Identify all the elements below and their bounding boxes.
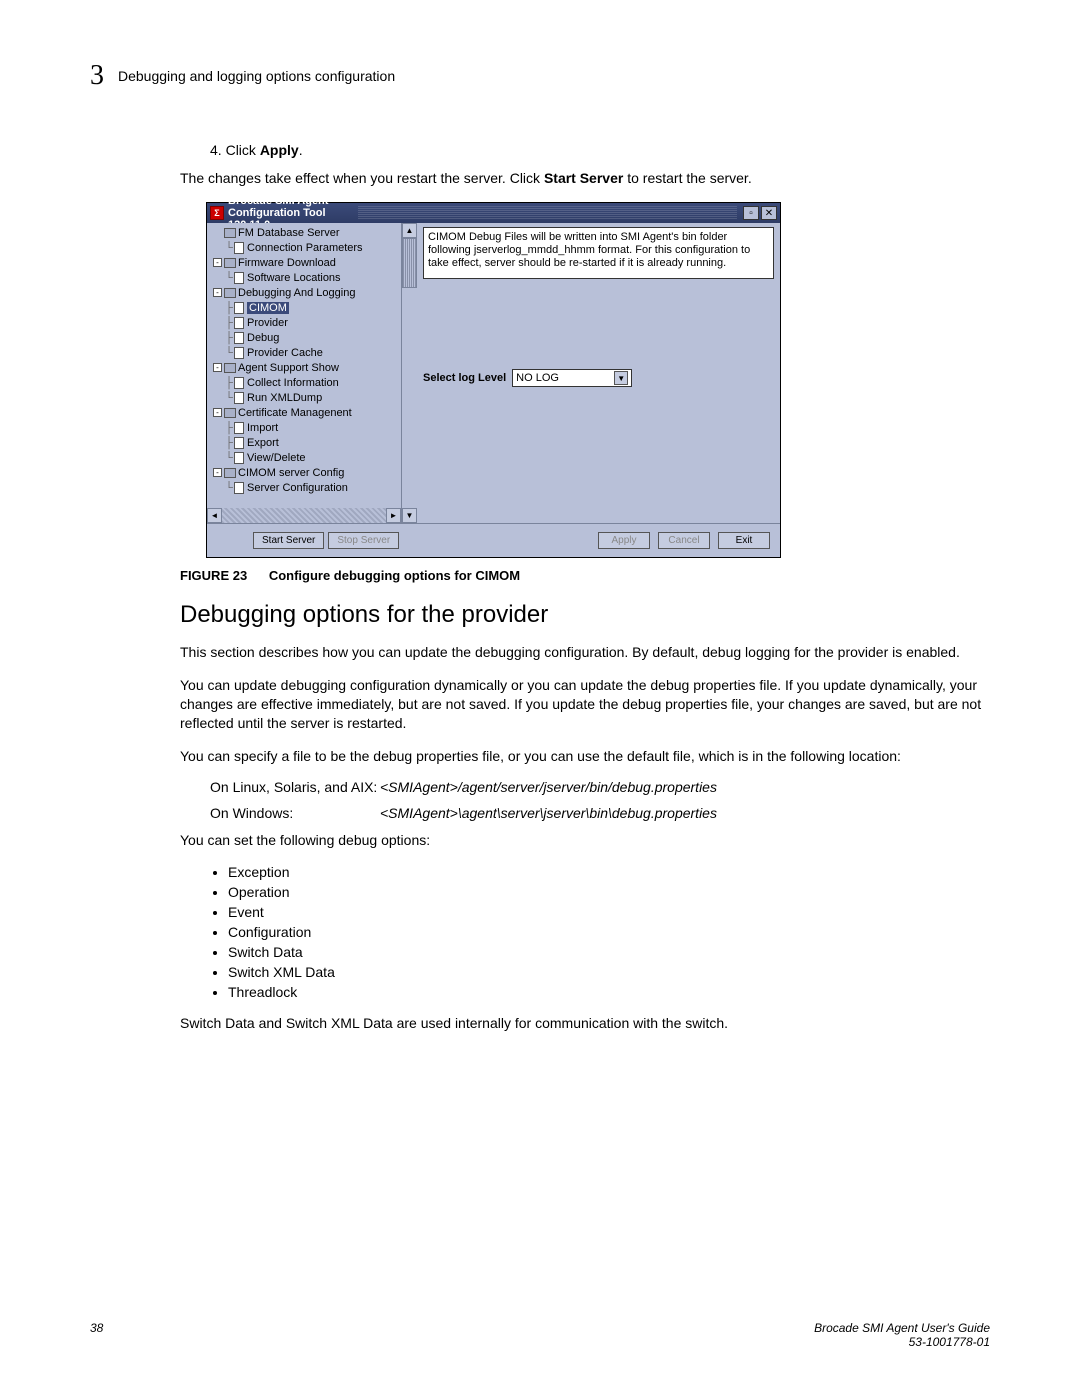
app-logo-icon: Σ bbox=[210, 206, 224, 220]
paragraph: You can set the following debug options: bbox=[180, 831, 990, 850]
expand-icon[interactable]: - bbox=[213, 258, 222, 267]
expand-icon[interactable]: - bbox=[213, 468, 222, 477]
tree[interactable]: FM Database Server └Connection Parameter… bbox=[207, 223, 401, 515]
doc-icon bbox=[234, 392, 244, 404]
folder-icon bbox=[224, 408, 236, 418]
doc-icon bbox=[234, 377, 244, 389]
dialog-body: FM Database Server └Connection Parameter… bbox=[207, 223, 780, 523]
list-item: Exception bbox=[228, 864, 990, 880]
doc-icon bbox=[234, 272, 244, 284]
section-heading: Debugging options for the provider bbox=[180, 601, 990, 629]
doc-icon bbox=[234, 317, 244, 329]
list-item: Threadlock bbox=[228, 984, 990, 1000]
paragraph: You can specify a file to be the debug p… bbox=[180, 747, 990, 766]
folder-icon bbox=[224, 468, 236, 478]
footer-right: Brocade SMI Agent User's Guide 53-100177… bbox=[814, 1321, 990, 1349]
debug-options-list: Exception Operation Event Configuration … bbox=[228, 864, 990, 1000]
expand-icon[interactable]: - bbox=[213, 363, 222, 372]
log-level-select[interactable]: NO LOG ▼ bbox=[512, 369, 632, 387]
doc-icon bbox=[234, 332, 244, 344]
paragraph: Switch Data and Switch XML Data are used… bbox=[180, 1014, 990, 1033]
folder-icon bbox=[224, 258, 236, 268]
close-icon[interactable]: ✕ bbox=[761, 206, 777, 220]
minimize-icon[interactable]: ▫ bbox=[743, 206, 759, 220]
page-header: 3 Debugging and logging options configur… bbox=[90, 60, 990, 92]
titlebar[interactable]: Σ Brocade SMI Agent Configuration Tool 1… bbox=[207, 203, 780, 223]
expand-icon[interactable]: - bbox=[213, 408, 222, 417]
expand-icon[interactable]: - bbox=[213, 288, 222, 297]
exit-button[interactable]: Exit bbox=[718, 532, 770, 549]
doc-icon bbox=[234, 422, 244, 434]
titlebar-fill bbox=[358, 206, 737, 220]
scroll-left-icon[interactable]: ◄ bbox=[207, 508, 222, 523]
doc-icon bbox=[234, 242, 244, 254]
page-content: 4. Click Apply. The changes take effect … bbox=[210, 142, 990, 1033]
paragraph: You can update debugging configuration d… bbox=[180, 676, 990, 733]
list-item: Switch Data bbox=[228, 944, 990, 960]
chevron-down-icon[interactable]: ▼ bbox=[614, 371, 628, 385]
v-scrollbar[interactable]: ▲ ▼ bbox=[402, 223, 417, 523]
step-4: 4. Click Apply. bbox=[210, 142, 990, 158]
scroll-up-icon[interactable]: ▲ bbox=[402, 223, 417, 238]
path-linux: On Linux, Solaris, and AIX: <SMIAgent>/a… bbox=[210, 779, 990, 795]
doc-icon bbox=[234, 437, 244, 449]
config-dialog: Σ Brocade SMI Agent Configuration Tool 1… bbox=[206, 202, 781, 558]
page-number: 38 bbox=[90, 1321, 103, 1349]
doc-icon bbox=[234, 302, 244, 314]
list-item: Configuration bbox=[228, 924, 990, 940]
folder-icon bbox=[224, 228, 236, 238]
h-scrollbar[interactable]: ◄ ► bbox=[207, 508, 401, 523]
path-windows: On Windows: <SMIAgent>\agent\server\jser… bbox=[210, 805, 990, 821]
list-item: Switch XML Data bbox=[228, 964, 990, 980]
tree-item-cimom[interactable]: CIMOM bbox=[247, 302, 289, 314]
restart-note: The changes take effect when you restart… bbox=[180, 170, 990, 186]
scroll-down-icon[interactable]: ▼ bbox=[402, 508, 417, 523]
dialog-footer: Start Server Stop Server Apply Cancel Ex… bbox=[207, 523, 780, 557]
select-log-level-label: Select log Level bbox=[423, 372, 506, 384]
doc-icon bbox=[234, 347, 244, 359]
apply-button: Apply bbox=[598, 532, 650, 549]
description-text: CIMOM Debug Files will be written into S… bbox=[423, 227, 774, 279]
scroll-right-icon[interactable]: ► bbox=[386, 508, 401, 523]
doc-icon bbox=[234, 452, 244, 464]
folder-icon bbox=[224, 288, 236, 298]
folder-icon bbox=[224, 363, 236, 373]
cancel-button: Cancel bbox=[658, 532, 710, 549]
figure-caption: FIGURE 23 Configure debugging options fo… bbox=[180, 568, 990, 583]
tree-pane: FM Database Server └Connection Parameter… bbox=[207, 223, 402, 523]
main-pane: CIMOM Debug Files will be written into S… bbox=[417, 223, 780, 523]
doc-icon bbox=[234, 482, 244, 494]
page-footer: 38 Brocade SMI Agent User's Guide 53-100… bbox=[90, 1321, 990, 1349]
log-level-row: Select log Level NO LOG ▼ bbox=[423, 369, 774, 387]
paragraph: This section describes how you can updat… bbox=[180, 643, 990, 662]
start-server-button[interactable]: Start Server bbox=[253, 532, 324, 549]
list-item: Operation bbox=[228, 884, 990, 900]
chapter-title: Debugging and logging options configurat… bbox=[118, 68, 395, 84]
chapter-number: 3 bbox=[90, 60, 104, 92]
stop-server-button: Stop Server bbox=[328, 532, 399, 549]
list-item: Event bbox=[228, 904, 990, 920]
